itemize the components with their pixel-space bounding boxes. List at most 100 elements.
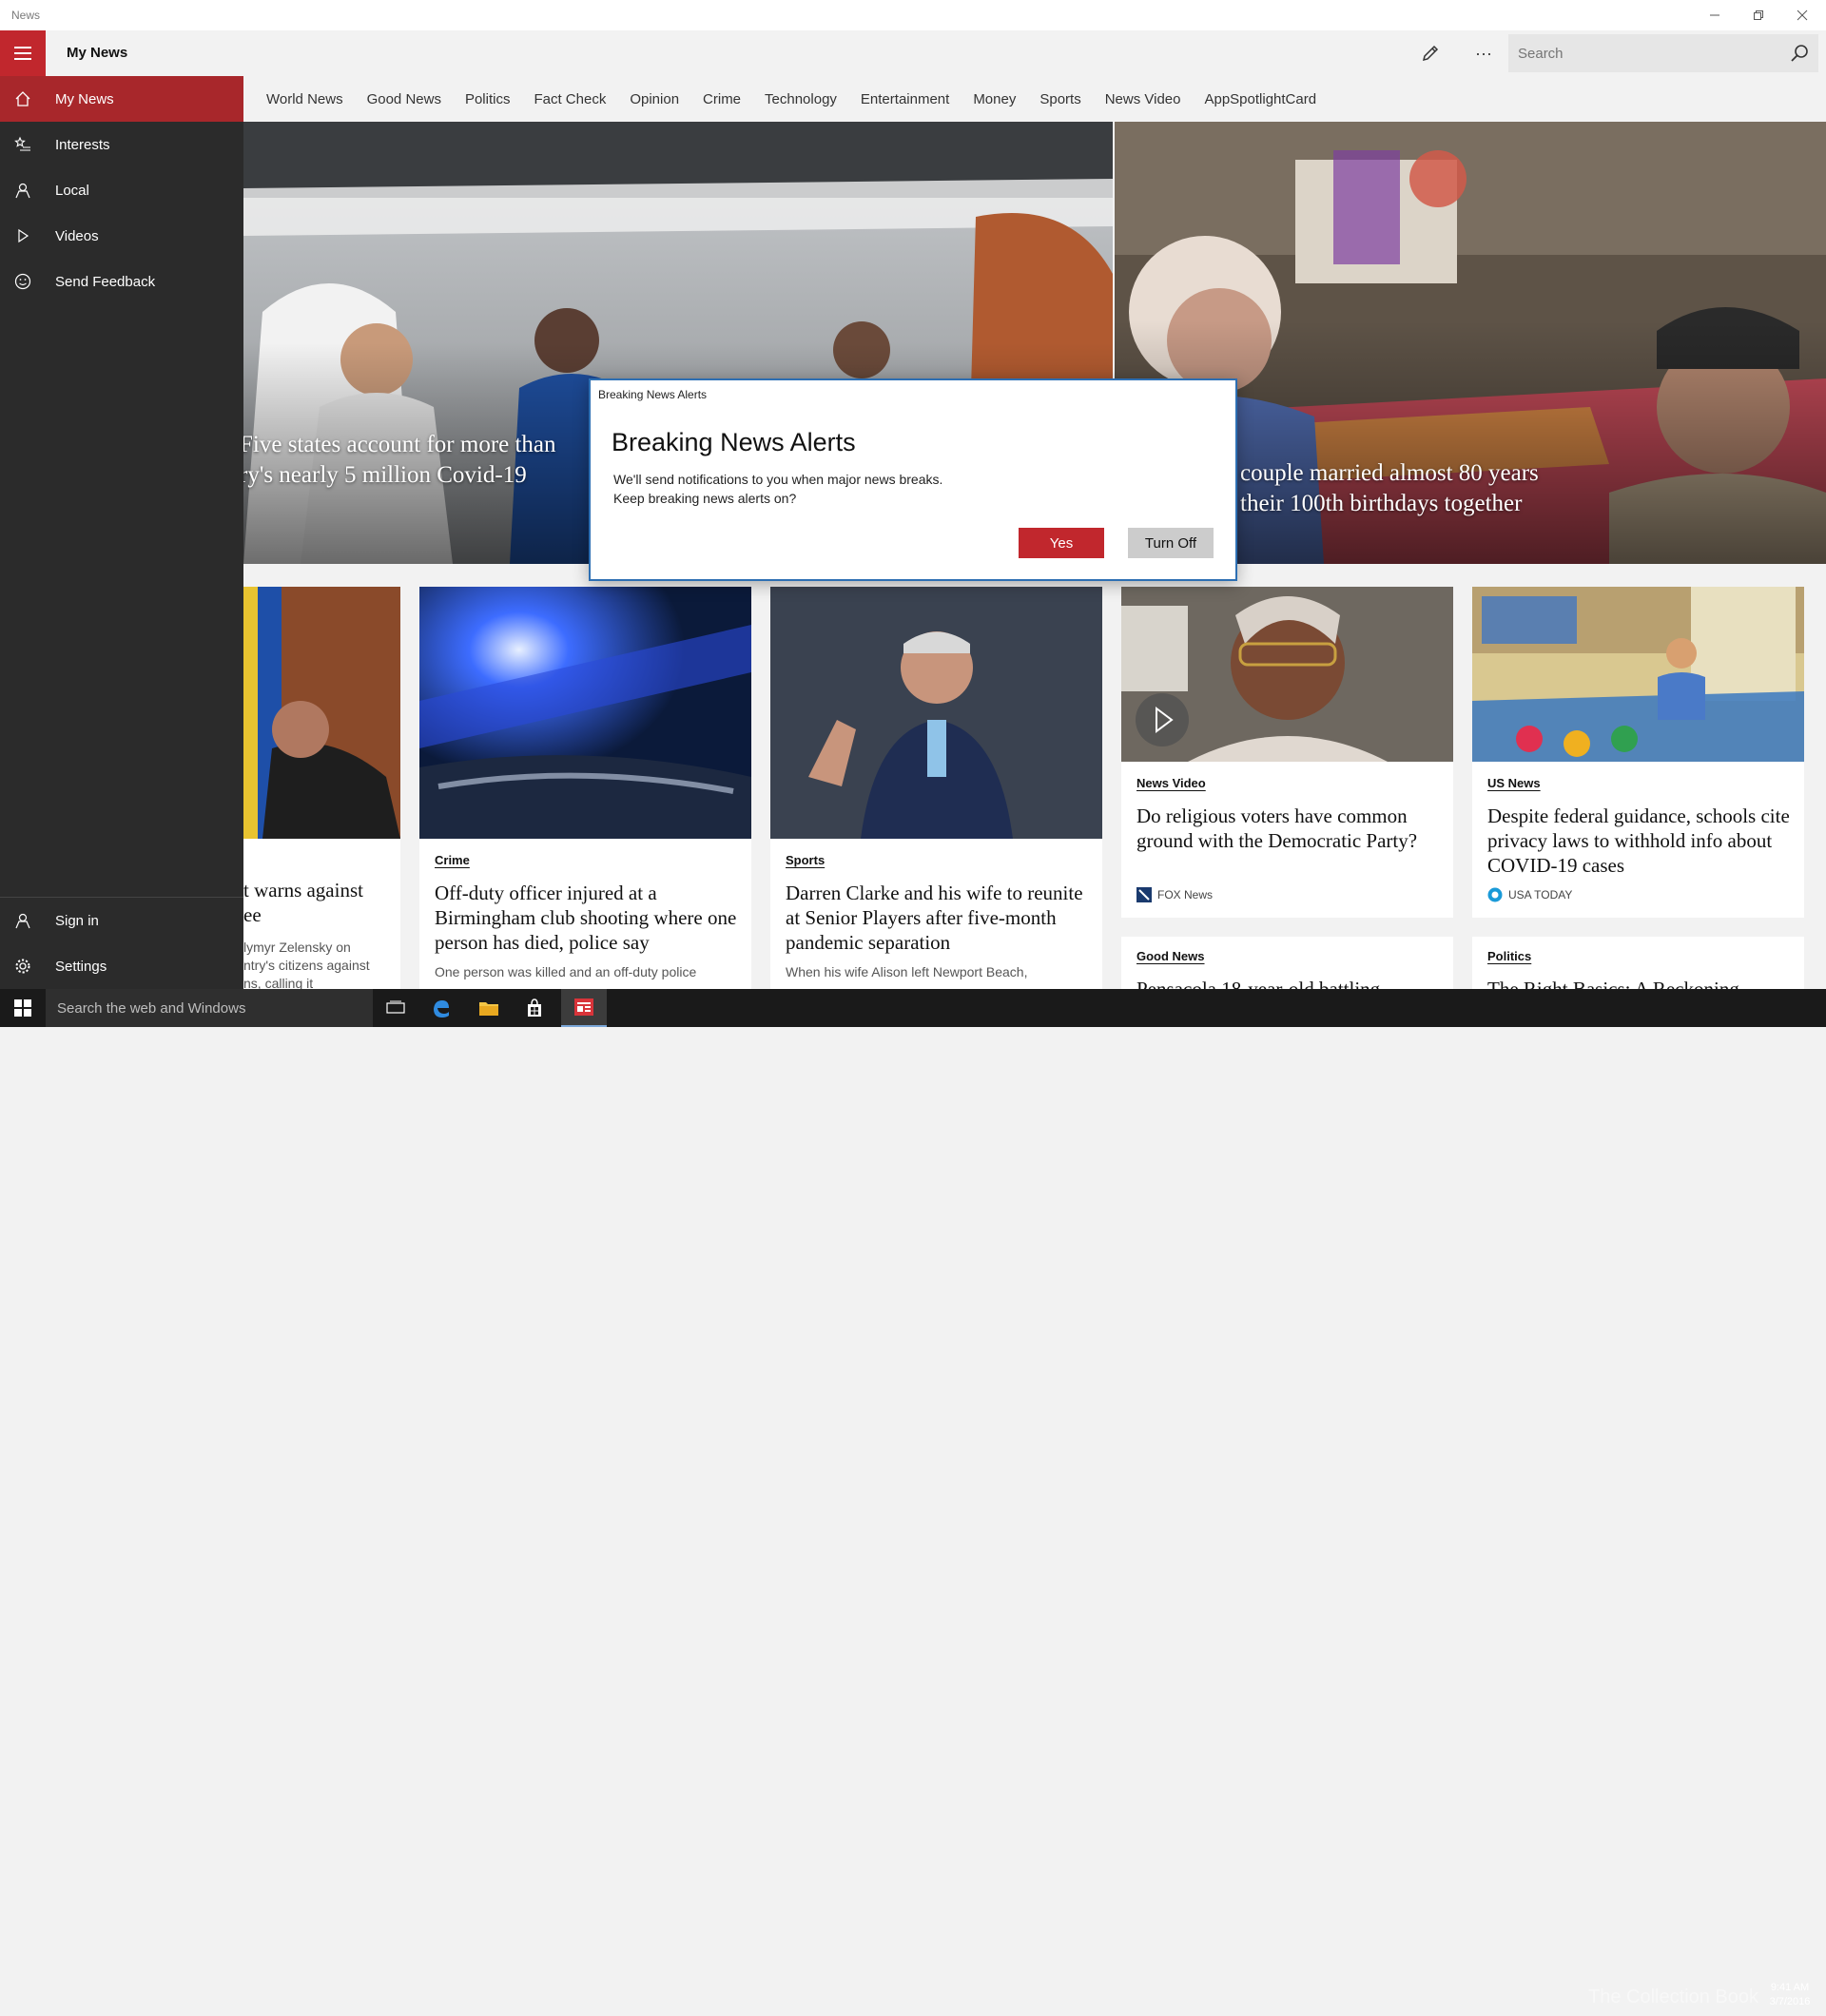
sidebar-item-label: Sign in — [55, 912, 99, 929]
taskbar-search-box[interactable]: Search the web and Windows — [46, 989, 373, 1027]
taskbar: Search the web and Windows The Collectio… — [0, 989, 1826, 2007]
windows-logo-icon — [14, 999, 31, 1017]
sidebar-item-label: Interests — [55, 136, 110, 153]
story-source[interactable]: FOX News — [1136, 887, 1213, 902]
dialog-title: Breaking News Alerts — [612, 428, 856, 456]
yes-button[interactable]: Yes — [1019, 528, 1104, 558]
news-app-taskbar-button[interactable] — [561, 989, 607, 1027]
sidebar-item-interests[interactable]: Interests — [0, 122, 243, 167]
hero-headline[interactable]: Five states account for more than ry's n… — [243, 430, 556, 491]
dialog-caption: Breaking News Alerts — [598, 388, 708, 401]
story-category[interactable]: Sports — [786, 853, 825, 867]
tab-money[interactable]: Money — [973, 91, 1016, 107]
file-explorer-button[interactable] — [466, 989, 512, 1027]
story-photo — [1472, 587, 1804, 762]
sidebar-item-settings[interactable]: Settings — [0, 943, 243, 989]
restore-button[interactable] — [1737, 0, 1780, 30]
story-headline: Darren Clarke and his wife to reunite at… — [786, 882, 1083, 954]
story-summary: lymyr Zelensky on ntry's citizens agains… — [243, 940, 370, 989]
news-app-icon — [574, 998, 593, 1016]
story-headline: The Right Basics: A Reckoning — [1487, 978, 1739, 989]
more-icon: ··· — [1475, 43, 1492, 63]
story-photo — [1121, 587, 1453, 762]
story-card-politics[interactable]: Politics The Right Basics: A Reckoning — [1472, 937, 1804, 989]
search-input[interactable] — [1508, 34, 1775, 72]
turn-off-button[interactable]: Turn Off — [1128, 528, 1214, 558]
story-headline: Off-duty officer injured at a Birmingham… — [435, 882, 737, 954]
story-photo — [243, 587, 400, 839]
tab-sports[interactable]: Sports — [1039, 91, 1080, 107]
story-card-zelensky[interactable]: t warns against ee lymyr Zelensky on ntr… — [243, 587, 400, 989]
sidebar-item-label: My News — [55, 90, 114, 107]
story-category[interactable]: US News — [1487, 776, 1541, 790]
sidebar-item-videos[interactable]: Videos — [0, 213, 243, 259]
tab-world-news[interactable]: World News — [266, 91, 343, 107]
watermark: The Collection Book — [1588, 1986, 1758, 2007]
story-card-news-video[interactable]: News Video Do religious voters have comm… — [1121, 587, 1453, 918]
start-button[interactable] — [0, 989, 46, 1027]
app-bar: My News ··· — [0, 30, 1826, 76]
edge-icon — [434, 1000, 449, 1018]
search-icon[interactable] — [1790, 44, 1809, 63]
clock-time: 9:41 AM — [1770, 1982, 1810, 1993]
story-category[interactable]: Crime — [435, 853, 470, 867]
search-box[interactable] — [1508, 34, 1818, 72]
more-options-button[interactable]: ··· — [1467, 40, 1501, 67]
story-photo — [419, 587, 751, 839]
dialog-message: We'll send notifications to you when maj… — [613, 472, 943, 506]
restore-icon — [1754, 10, 1763, 20]
story-headline: Despite federal guidance, schools cite p… — [1487, 804, 1790, 877]
edit-button[interactable] — [1413, 40, 1447, 67]
story-source[interactable]: USA TODAY — [1487, 887, 1572, 902]
settings-gear-icon — [15, 959, 30, 974]
fox-news-logo-icon — [1136, 887, 1152, 902]
tab-news-video[interactable]: News Video — [1105, 91, 1181, 107]
pencil-icon — [1422, 45, 1439, 62]
tab-entertainment[interactable]: Entertainment — [861, 91, 949, 107]
story-category[interactable]: Good News — [1136, 949, 1205, 963]
breaking-news-alerts-dialog: Breaking News Alerts Breaking News Alert… — [589, 378, 1237, 581]
story-summary: When his wife Alison left Newport Beach, — [786, 964, 1028, 979]
tab-politics[interactable]: Politics — [465, 91, 511, 107]
minimize-button[interactable] — [1693, 0, 1737, 30]
story-category[interactable]: Politics — [1487, 949, 1531, 963]
sidebar-item-local[interactable]: Local — [0, 167, 243, 213]
hero-headline[interactable]: couple married almost 80 years their 100… — [1240, 458, 1539, 519]
play-button[interactable] — [1136, 693, 1189, 746]
play-icon — [18, 228, 29, 243]
story-card-crime[interactable]: Crime Off-duty officer injured at a Birm… — [419, 587, 751, 989]
story-headline: Pensacola 18-year-old battling — [1136, 978, 1381, 989]
sidebar-item-my-news[interactable]: My News — [0, 76, 243, 122]
edge-browser-button[interactable] — [418, 989, 464, 1027]
story-card-good-news[interactable]: Good News Pensacola 18-year-old battling — [1121, 937, 1453, 989]
task-view-button[interactable] — [373, 989, 418, 1027]
sidebar-item-send-feedback[interactable]: Send Feedback — [0, 259, 243, 304]
window-title: News — [11, 9, 41, 22]
store-icon — [528, 998, 541, 1017]
smiley-icon — [14, 273, 31, 290]
tab-opinion[interactable]: Opinion — [630, 91, 679, 107]
story-card-us-news[interactable]: US News Despite federal guidance, school… — [1472, 587, 1804, 918]
story-photo — [770, 587, 1102, 839]
window-titlebar: News — [0, 0, 1826, 30]
store-button[interactable] — [512, 989, 557, 1027]
sidebar: My News Interests Local Videos Send Feed… — [0, 76, 243, 989]
category-tabs: World News Good News Politics Fact Check… — [243, 76, 1826, 122]
story-category[interactable]: News Video — [1136, 776, 1206, 790]
tab-good-news[interactable]: Good News — [367, 91, 441, 107]
tab-technology[interactable]: Technology — [765, 91, 837, 107]
taskbar-clock[interactable]: 9:41 AM 3/7/2016 — [1759, 1981, 1820, 2009]
sidebar-item-label: Local — [55, 182, 89, 199]
tab-crime[interactable]: Crime — [703, 91, 741, 107]
file-explorer-icon — [479, 1002, 498, 1016]
home-icon — [15, 91, 30, 107]
sidebar-item-sign-in[interactable]: Sign in — [0, 898, 243, 943]
hamburger-menu-button[interactable] — [0, 30, 46, 76]
task-view-icon — [386, 1000, 405, 1014]
tab-app-spotlight-card[interactable]: AppSpotlightCard — [1204, 91, 1316, 107]
tab-fact-check[interactable]: Fact Check — [534, 91, 606, 107]
person-icon — [15, 183, 30, 199]
story-card-sports[interactable]: Sports Darren Clarke and his wife to reu… — [770, 587, 1102, 989]
close-button[interactable] — [1780, 0, 1824, 30]
minimize-icon — [1710, 14, 1719, 16]
